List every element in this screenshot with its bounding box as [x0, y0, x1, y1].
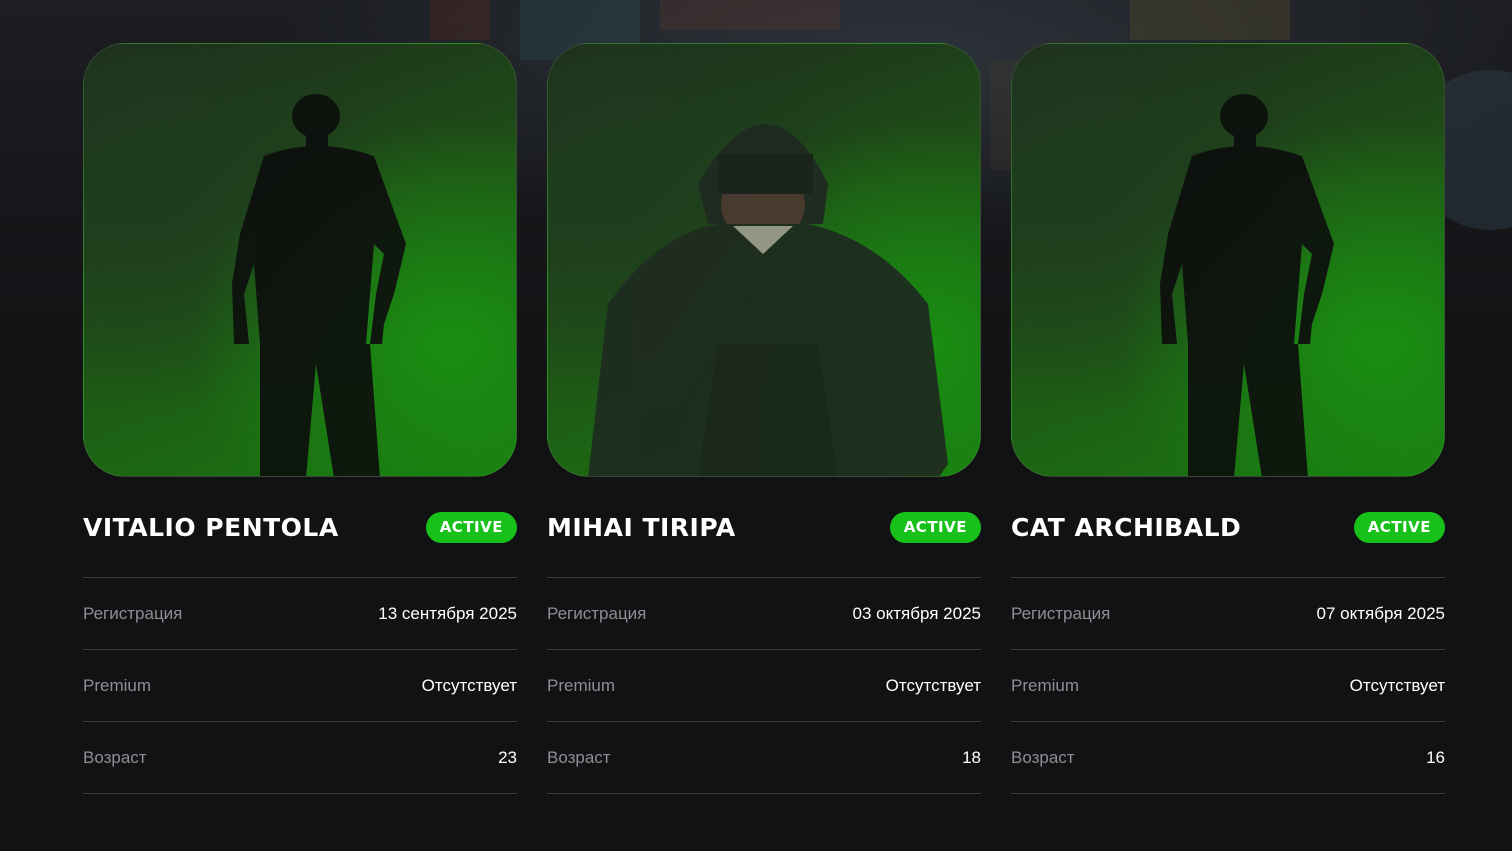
character-portrait: [547, 43, 981, 477]
row-value: Отсутствует: [1349, 675, 1445, 695]
row-label: Возраст: [1011, 747, 1075, 767]
info-table: Регистрация 13 сентября 2025 Premium Отс…: [83, 577, 517, 794]
character-portrait: [83, 43, 517, 477]
character-card[interactable]: MIHAI TIRIPA ACTIVE Регистрация 03 октяб…: [547, 43, 981, 794]
info-row-premium: Premium Отсутствует: [547, 650, 981, 722]
row-value: 18: [962, 747, 981, 767]
row-value: 07 октября 2025: [1316, 603, 1445, 623]
character-select-page: VITALIO PENTOLA ACTIVE Регистрация 13 се…: [0, 0, 1512, 851]
row-value: 16: [1426, 747, 1445, 767]
row-value: 13 сентября 2025: [378, 603, 517, 623]
character-portrait: [1011, 43, 1445, 477]
silhouette-icon: [1160, 94, 1334, 476]
info-row-registration: Регистрация 03 октября 2025: [547, 578, 981, 650]
row-label: Регистрация: [83, 603, 183, 623]
row-value: Отсутствует: [421, 675, 517, 695]
info-row-age: Возраст 16: [1011, 722, 1445, 794]
row-value: 23: [498, 747, 517, 767]
row-label: Возраст: [547, 747, 611, 767]
info-row-registration: Регистрация 07 октября 2025: [1011, 578, 1445, 650]
row-value: Отсутствует: [885, 675, 981, 695]
silhouette-icon: [232, 94, 406, 476]
info-row-registration: Регистрация 13 сентября 2025: [83, 578, 517, 650]
row-label: Premium: [547, 675, 616, 695]
character-name: MIHAI TIRIPA: [547, 512, 736, 542]
row-value: 03 октября 2025: [852, 603, 981, 623]
row-label: Premium: [1011, 675, 1080, 695]
card-header: CAT ARCHIBALD ACTIVE: [1011, 477, 1445, 577]
info-table: Регистрация 07 октября 2025 Premium Отсу…: [1011, 577, 1445, 794]
status-badge: ACTIVE: [1353, 511, 1445, 543]
info-row-age: Возраст 18: [547, 722, 981, 794]
card-header: VITALIO PENTOLA ACTIVE: [83, 477, 517, 577]
character-name: CAT ARCHIBALD: [1011, 512, 1242, 542]
row-label: Регистрация: [1011, 603, 1111, 623]
row-label: Регистрация: [547, 603, 647, 623]
character-card[interactable]: CAT ARCHIBALD ACTIVE Регистрация 07 октя…: [1011, 43, 1445, 794]
row-label: Возраст: [83, 747, 147, 767]
info-table: Регистрация 03 октября 2025 Premium Отсу…: [547, 577, 981, 794]
info-row-premium: Premium Отсутствует: [1011, 650, 1445, 722]
status-badge: ACTIVE: [425, 511, 517, 543]
card-header: MIHAI TIRIPA ACTIVE: [547, 477, 981, 577]
info-row-premium: Premium Отсутствует: [83, 650, 517, 722]
character-name: VITALIO PENTOLA: [83, 512, 339, 542]
character-card[interactable]: VITALIO PENTOLA ACTIVE Регистрация 13 се…: [83, 43, 517, 794]
status-badge: ACTIVE: [889, 511, 981, 543]
row-label: Premium: [83, 675, 152, 695]
hooded-figure-icon: [588, 124, 948, 476]
info-row-age: Возраст 23: [83, 722, 517, 794]
character-cards: VITALIO PENTOLA ACTIVE Регистрация 13 се…: [83, 43, 1445, 794]
